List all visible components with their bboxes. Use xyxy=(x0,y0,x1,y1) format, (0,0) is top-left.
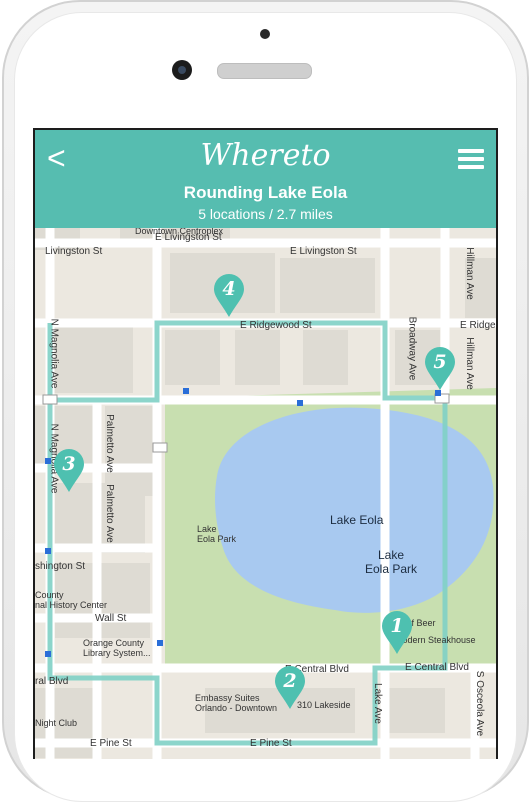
street-label: Hillman Ave xyxy=(463,247,475,300)
camera-icon xyxy=(172,60,192,80)
route-summary: 5 locations / 2.7 miles xyxy=(198,206,333,222)
street-label: Broadway Ave xyxy=(406,316,418,381)
location-pin-1[interactable]: 1 xyxy=(380,610,414,656)
map-view[interactable]: E Livingston St Livingston St E Livingst… xyxy=(35,228,496,759)
place-label: Orange County Library System... xyxy=(83,638,151,658)
pin-number: 2 xyxy=(283,670,297,692)
street-label: Hillman Ave xyxy=(463,337,475,390)
menu-button[interactable] xyxy=(458,149,484,169)
place-label: Downtown Centroplex xyxy=(135,228,224,236)
place-label: Lake Eola Park xyxy=(197,524,237,544)
street-label: E Ridge xyxy=(460,320,496,331)
street-label: E Pine St xyxy=(250,738,292,749)
lake-label: Lake Eola xyxy=(330,513,384,527)
street-label: shington St xyxy=(35,561,86,572)
street-label: S Osceola Ave xyxy=(474,670,486,737)
screen: < Whereto Rounding Lake Eola 5 locations… xyxy=(33,128,498,759)
street-label: E Central Blvd xyxy=(405,662,469,673)
route-title: Rounding Lake Eola xyxy=(183,183,348,202)
lake-label: Lake Eola Park xyxy=(365,548,418,576)
street-label: Lake Ave xyxy=(371,683,383,724)
speaker-grille xyxy=(217,63,312,79)
pin-number: 1 xyxy=(390,615,404,637)
location-pin-2[interactable]: 2 xyxy=(273,665,307,711)
place-label: nal History Center xyxy=(35,600,108,610)
pin-number: 5 xyxy=(433,351,447,373)
pin-number: 3 xyxy=(62,453,76,475)
location-pin-3[interactable]: 3 xyxy=(52,448,86,494)
hamburger-icon xyxy=(458,149,484,153)
location-pin-4[interactable]: 4 xyxy=(212,273,246,319)
front-sensor xyxy=(260,29,270,39)
street-label: Palmetto Ave xyxy=(103,484,115,543)
street-label: ral Blvd xyxy=(35,676,69,687)
app-logo: Whereto xyxy=(200,138,331,173)
location-pin-5[interactable]: 5 xyxy=(423,346,457,392)
phone-frame: < Whereto Rounding Lake Eola 5 locations… xyxy=(0,0,531,802)
place-label: Embassy Suites Orlando - Downtown xyxy=(195,693,278,713)
street-label: E Pine St xyxy=(90,738,132,749)
street-label: N Magnolia Ave xyxy=(48,318,60,389)
pin-number: 4 xyxy=(222,278,236,300)
street-label: Wall St xyxy=(95,613,127,624)
app-header: < Whereto Rounding Lake Eola 5 locations… xyxy=(35,130,496,228)
street-label: E Ridgewood St xyxy=(240,320,312,331)
street-label: Palmetto Ave xyxy=(103,414,115,473)
street-label: E Livingston St xyxy=(290,246,357,257)
street-label: Livingston St xyxy=(45,246,103,257)
place-label: County xyxy=(35,590,64,600)
place-label: Night Club xyxy=(35,718,78,728)
